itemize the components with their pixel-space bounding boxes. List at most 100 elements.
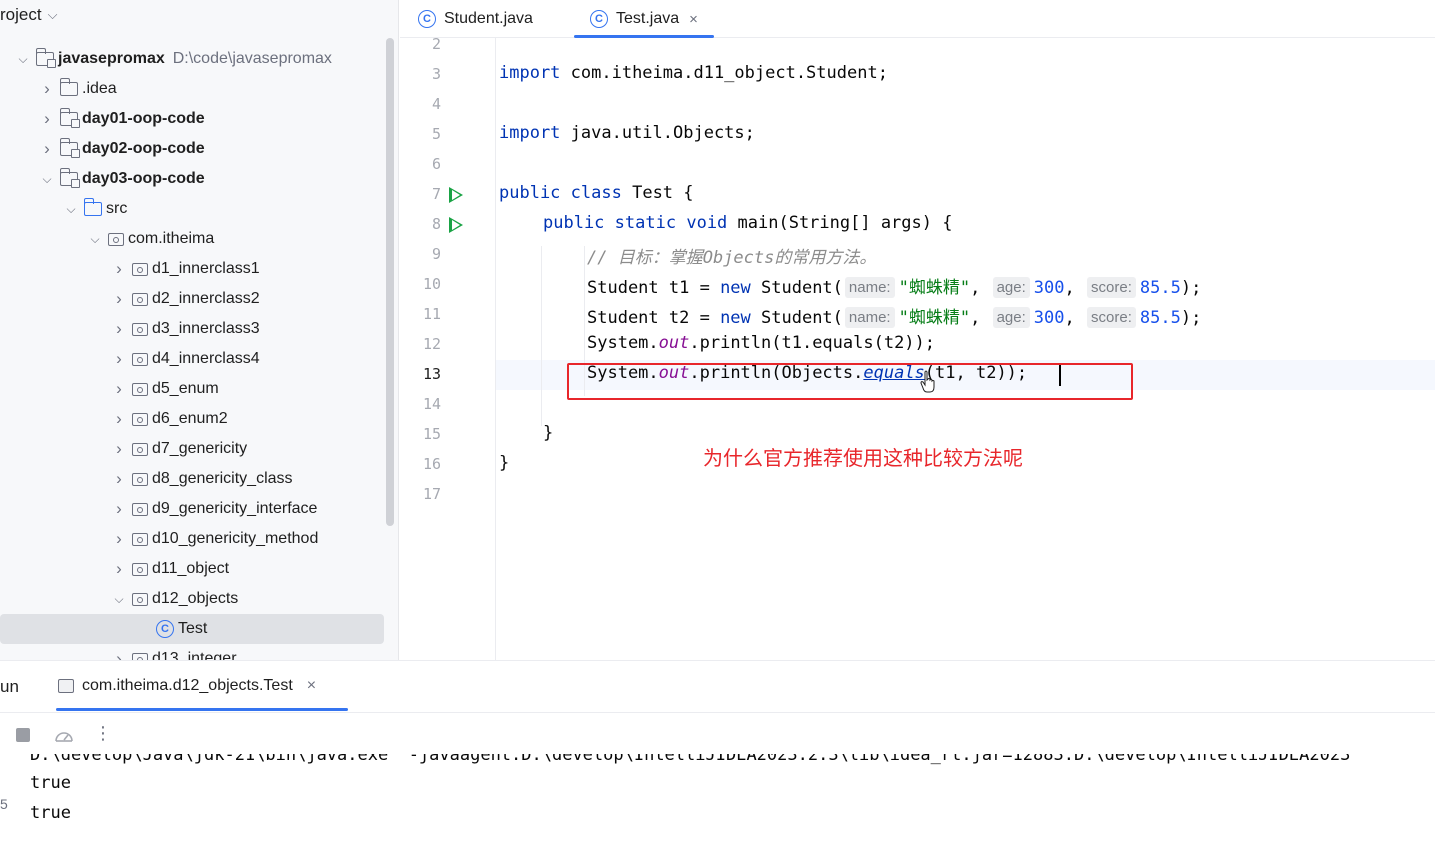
more-actions-button[interactable]: ⋮ [94, 723, 112, 744]
line-number: 16 [422, 455, 441, 473]
chevron-right-icon[interactable]: › [112, 439, 126, 459]
chevron-right-icon[interactable]: › [40, 79, 54, 99]
stop-button[interactable] [16, 728, 30, 742]
tree-item-d2-innerclass2[interactable]: › d2_innerclass2 [0, 284, 386, 314]
code-text: Test { [621, 183, 694, 203]
project-view-selector[interactable]: roject ⌵ [0, 0, 57, 30]
chevron-right-icon[interactable]: › [112, 469, 126, 489]
tree-item-com-itheima[interactable]: ⌵ com.itheima [0, 224, 386, 254]
line-number: 14 [422, 395, 441, 413]
code-text: , [970, 278, 981, 298]
tree-item-label: d5_enum [152, 380, 219, 397]
run-config-tab[interactable]: com.itheima.d12_objects.Test × [58, 677, 316, 695]
module-folder-icon [59, 168, 80, 188]
tree-item-d6-enum2[interactable]: › d6_enum2 [0, 404, 386, 434]
tree-item-d9-genericity-interface[interactable]: › d9_genericity_interface [0, 494, 386, 524]
chevron-right-icon[interactable]: › [112, 649, 126, 660]
chevron-right-icon[interactable]: › [112, 349, 126, 369]
close-icon[interactable]: × [689, 11, 698, 28]
code-text: .println(t1.equals(t2)); [689, 333, 936, 353]
code-line-7: public class Test { [499, 183, 694, 203]
string-literal: "蜘蛛精" [898, 278, 971, 298]
tree-item-label: .idea [82, 80, 117, 97]
code-text: ); [1180, 278, 1202, 298]
tree-item-d4-innerclass4[interactable]: › d4_innerclass4 [0, 344, 386, 374]
tree-item-label: day02-oop-code [82, 140, 205, 157]
keyword: static [614, 213, 677, 233]
tree-item-label: d1_innerclass1 [152, 260, 260, 277]
parameter-hint: age: [992, 277, 1030, 298]
number-literal: 300 [1033, 278, 1065, 298]
code-line-5: import java.util.Objects; [499, 123, 755, 143]
tree-item-d1-innerclass1[interactable]: › d1_innerclass1 [0, 254, 386, 284]
code-text: ); [1180, 308, 1202, 328]
red-highlight-box [567, 363, 1133, 400]
chevron-right-icon[interactable]: › [112, 499, 126, 519]
tree-item-d3-innerclass3[interactable]: › d3_innerclass3 [0, 314, 386, 344]
package-icon [132, 262, 148, 276]
tree-item-label: d6_enum2 [152, 410, 228, 427]
module-folder-icon [35, 48, 56, 68]
tree-item-label: d4_innerclass4 [152, 350, 260, 367]
tab-test-java[interactable]: C Test.java × [574, 0, 714, 38]
tree-item-day01-oop-code[interactable]: › day01-oop-code [0, 104, 386, 134]
chevron-down-icon[interactable]: ⌵ [88, 232, 102, 247]
chevron-down-icon[interactable]: ⌵ [48, 7, 58, 23]
tree-item-src[interactable]: ⌵ src [0, 194, 386, 224]
console-output[interactable]: D:\develop\Java\jdk-21\bin\java.exe "-ja… [0, 754, 1435, 858]
code-editor[interactable]: 2 3 4 5 6 7 8 9 10 11 12 13 14 15 16 17 import com.ithe… [400, 38, 1435, 660]
chevron-right-icon[interactable]: › [40, 109, 54, 129]
package-icon [132, 322, 148, 336]
package-icon [132, 652, 148, 660]
code-line-11: Student t2 = new Student(name: "蜘蛛精", age… [587, 303, 1201, 328]
keyword: class [570, 183, 622, 203]
tab-student-java[interactable]: C Student.java [418, 0, 533, 38]
project-scrollbar[interactable] [386, 38, 394, 526]
tree-item-javasepromax[interactable]: ⌵ javasepromax D:\code\javasepromax [0, 44, 386, 74]
tree-item-d7-genericity[interactable]: › d7_genericity [0, 434, 386, 464]
run-main-icon[interactable] [449, 217, 463, 233]
chevron-right-icon[interactable]: › [112, 379, 126, 399]
tree-item-d10-genericity-method[interactable]: › d10_genericity_method [0, 524, 386, 554]
line-number: 4 [431, 95, 441, 113]
chevron-right-icon[interactable]: › [112, 289, 126, 309]
package-icon [132, 442, 148, 456]
tree-item-day02-oop-code[interactable]: › day02-oop-code [0, 134, 386, 164]
profiler-icon[interactable] [54, 726, 74, 744]
keyword: import [499, 63, 561, 83]
number-literal: 300 [1033, 308, 1065, 328]
chevron-down-icon[interactable]: ⌵ [64, 202, 78, 217]
chevron-right-icon[interactable]: › [112, 319, 126, 339]
tree-item-d13-integer[interactable]: › d13_integer [0, 644, 386, 660]
chevron-down-icon[interactable]: ⌵ [16, 52, 30, 67]
code-line-8: public static void main(String[] args) { [543, 213, 952, 233]
tree-item-d8-genericity-class[interactable]: › d8_genericity_class [0, 464, 386, 494]
active-tab-indicator [56, 708, 348, 711]
line-number: 6 [431, 155, 441, 173]
chevron-right-icon[interactable]: › [112, 559, 126, 579]
chevron-right-icon[interactable]: › [112, 409, 126, 429]
chevron-down-icon[interactable]: ⌵ [40, 172, 54, 187]
tree-item-d5-enum[interactable]: › d5_enum [0, 374, 386, 404]
console-gutter-mark: 5 [0, 796, 8, 812]
tree-item-d11-object[interactable]: › d11_object [0, 554, 386, 584]
tree-item--idea[interactable]: › .idea [0, 74, 386, 104]
parameter-hint: score: [1087, 277, 1136, 298]
indent-guide [541, 246, 542, 426]
chevron-right-icon[interactable]: › [112, 529, 126, 549]
close-icon[interactable]: × [307, 677, 316, 695]
run-panel-title: un [0, 677, 19, 696]
annotation-text: 为什么官方推荐使用这种比较方法呢 [703, 446, 1023, 470]
tree-item-test[interactable]: C Test [0, 614, 384, 644]
line-number: 13 [422, 365, 441, 383]
chevron-right-icon[interactable]: › [112, 259, 126, 279]
tree-item-d12-objects[interactable]: ⌵ d12_objects [0, 584, 386, 614]
tree-item-day03-oop-code[interactable]: ⌵ day03-oop-code [0, 164, 386, 194]
keyword: public [543, 213, 605, 233]
code-text: , [1064, 308, 1075, 328]
chevron-down-icon[interactable]: ⌵ [112, 592, 126, 607]
tree-item-label: d9_genericity_interface [152, 500, 318, 517]
tab-label: Test.java [616, 10, 680, 27]
chevron-right-icon[interactable]: › [40, 139, 54, 159]
run-class-icon[interactable] [449, 187, 463, 203]
